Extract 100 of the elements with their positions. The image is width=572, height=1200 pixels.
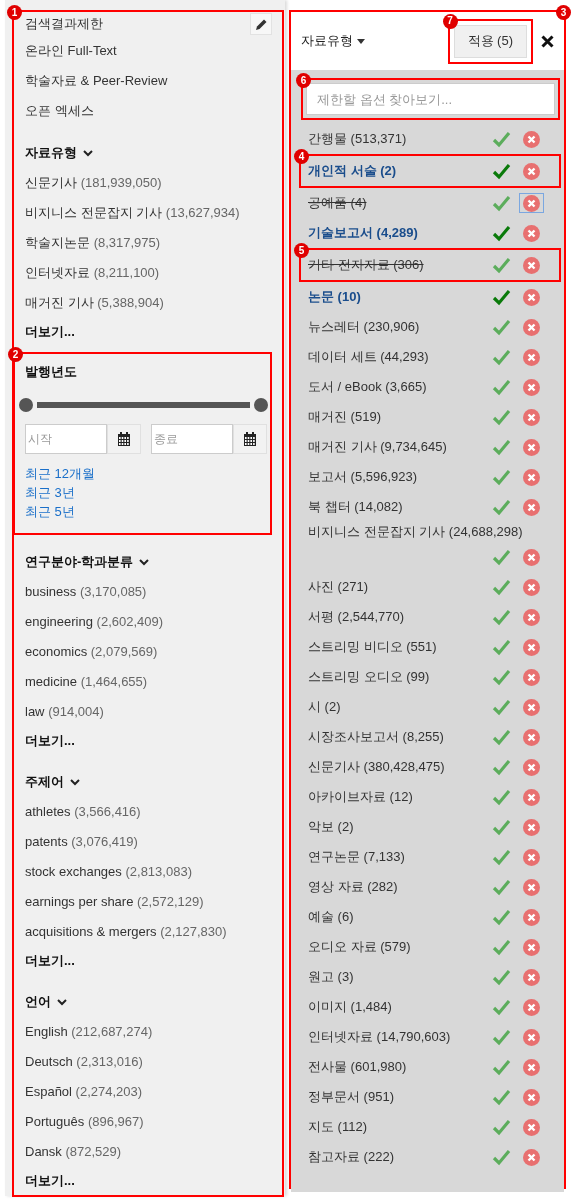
check-icon[interactable] [492,758,511,776]
type-option[interactable]: 매거진 기사 (9,734,645) [308,437,447,457]
date-field[interactable]: 종료 [151,424,233,454]
check-icon[interactable] [492,378,511,396]
date-range-link[interactable]: 최근 3년 [25,483,75,502]
limit-option[interactable]: 오픈 엑세스 [25,101,94,121]
facet-option[interactable]: English (212,687,274) [25,1017,272,1047]
date-range-link[interactable]: 최근 12개월 [25,464,96,483]
check-icon[interactable] [492,788,511,806]
check-icon[interactable] [492,998,511,1016]
type-option[interactable]: 연구논문 (7,133) [308,847,405,867]
close-icon[interactable] [541,34,554,48]
type-option[interactable]: 전사물 (601,980) [308,1057,407,1077]
type-option[interactable]: 지도 (112) [308,1117,367,1137]
check-icon[interactable] [492,1058,511,1076]
check-icon[interactable] [492,548,511,566]
type-option[interactable]: 예술 (6) [308,907,354,927]
facet-option[interactable]: stock exchanges (2,813,083) [25,857,272,887]
facet-option[interactable]: Português (896,967) [25,1107,272,1137]
more-link[interactable]: 더보기... [25,1171,75,1191]
more-link[interactable]: 더보기... [25,951,75,971]
type-option[interactable]: 북 챕터 (14,082) [308,497,403,517]
type-option[interactable]: 원고 (3) [308,967,354,987]
edit-button[interactable] [250,13,272,35]
check-icon[interactable] [492,698,511,716]
facet-heading[interactable]: 자료유형 [25,143,77,163]
facet-option[interactable]: Deutsch (2,313,016) [25,1047,272,1077]
type-option[interactable]: 개인적 서술 (2) [308,161,397,181]
type-option[interactable]: 뉴스레터 (230,906) [308,317,420,337]
limit-option[interactable]: 학술자료 & Peer-Review [25,71,168,91]
limit-option[interactable]: 온라인 Full-Text [25,41,117,61]
type-option[interactable]: 도서 / eBook (3,665) [308,377,427,397]
check-icon[interactable] [492,224,511,242]
type-option[interactable]: 논문 (10) [308,287,361,307]
check-icon[interactable] [492,130,511,148]
check-icon[interactable] [492,878,511,896]
facet-option[interactable]: 인터넷자료 (8,211,100) [25,258,272,288]
type-option[interactable]: 비지니스 전문잡지 기사 (24,688,298) [308,522,523,542]
facet-option[interactable]: Dansk (872,529) [25,1137,272,1167]
type-option[interactable]: 데이터 세트 (44,293) [308,347,429,367]
facet-option[interactable]: Español (2,274,203) [25,1077,272,1107]
facet-option[interactable]: 학술지논문 (8,317,975) [25,228,272,258]
facet-option[interactable]: 신문기사 (181,939,050) [25,168,272,198]
range-slider[interactable] [19,398,268,412]
check-icon[interactable] [492,728,511,746]
check-icon[interactable] [492,1028,511,1046]
type-option[interactable]: 이미지 (1,484) [308,997,392,1017]
check-icon[interactable] [492,408,511,426]
facet-option[interactable]: athletes (3,566,416) [25,797,272,827]
type-option[interactable]: 시 (2) [308,697,341,717]
check-icon[interactable] [492,318,511,336]
type-option[interactable]: 간행물 (513,371) [308,129,407,149]
check-icon[interactable] [492,848,511,866]
type-option[interactable]: 신문기사 (380,428,475) [308,757,445,777]
facet-option[interactable]: earnings per share (2,572,129) [25,887,272,917]
check-icon[interactable] [492,288,511,306]
type-dropdown[interactable]: 자료유형 [301,31,365,51]
type-option[interactable]: 기술보고서 (4,289) [308,223,418,243]
facet-option[interactable]: business (3,170,085) [25,577,272,607]
more-link[interactable]: 더보기... [25,731,75,751]
facet-option[interactable]: law (914,004) [25,697,272,727]
type-option[interactable]: 기타 전자자료 (306) [308,255,424,275]
facet-heading[interactable]: 주제어 [25,772,64,792]
facet-heading[interactable]: 언어 [25,992,51,1012]
check-icon[interactable] [492,162,511,180]
check-icon[interactable] [492,578,511,596]
check-icon[interactable] [492,256,511,274]
type-option[interactable]: 사진 (271) [308,577,368,597]
check-icon[interactable] [492,438,511,456]
type-option[interactable]: 정부문서 (951) [308,1087,394,1107]
type-option[interactable]: 공예품 (4) [308,193,367,213]
check-icon[interactable] [492,638,511,656]
facet-option[interactable]: patents (3,076,419) [25,827,272,857]
check-icon[interactable] [492,938,511,956]
type-option[interactable]: 서평 (2,544,770) [308,607,405,627]
calendar-button[interactable] [107,424,141,454]
type-option[interactable]: 인터넷자료 (14,790,603) [308,1027,451,1047]
exclude-button[interactable] [519,193,544,213]
facet-option[interactable]: engineering (2,602,409) [25,607,272,637]
check-icon[interactable] [492,194,511,212]
check-icon[interactable] [492,468,511,486]
type-option[interactable]: 매거진 (519) [308,407,381,427]
apply-button[interactable]: 적용 (5) [453,24,527,58]
facet-heading[interactable]: 연구분야-학과분류 [25,552,134,572]
check-icon[interactable] [492,1118,511,1136]
type-option[interactable]: 시장조사보고서 (8,255) [308,727,444,747]
calendar-button[interactable] [233,424,267,454]
facet-option[interactable]: medicine (1,464,655) [25,667,272,697]
date-range-link[interactable]: 최근 5년 [25,502,75,521]
facet-option[interactable]: 비지니스 전문잡지 기사 (13,627,934) [25,198,272,228]
check-icon[interactable] [492,498,511,516]
check-icon[interactable] [492,1088,511,1106]
date-field[interactable]: 시작 [25,424,107,454]
slider-handle[interactable] [254,398,268,412]
more-link[interactable]: 더보기... [25,322,75,342]
facet-option[interactable]: acquisitions & mergers (2,127,830) [25,917,272,947]
type-option[interactable]: 아카이브자료 (12) [308,787,413,807]
type-option[interactable]: 스트리밍 비디오 (551) [308,637,437,657]
check-icon[interactable] [492,818,511,836]
check-icon[interactable] [492,908,511,926]
